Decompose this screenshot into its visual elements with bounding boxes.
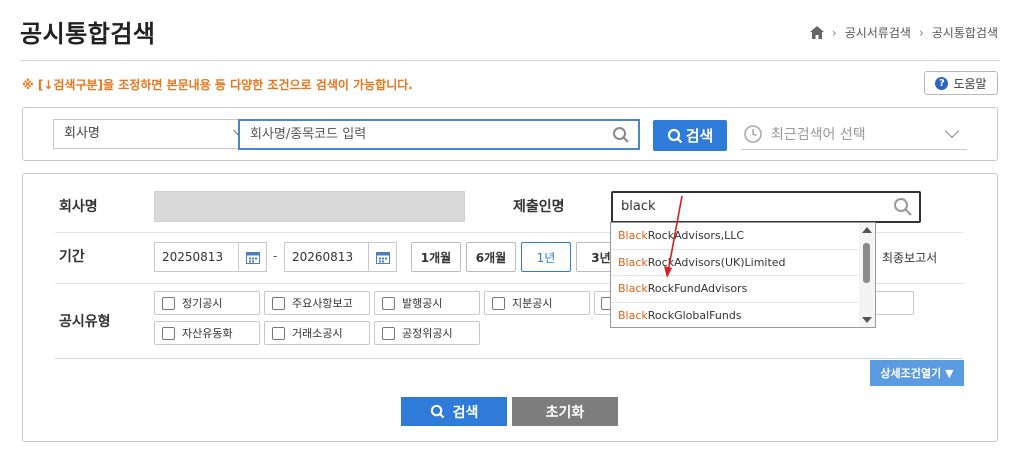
scroll-thumb[interactable] [863, 243, 870, 283]
search-type-select[interactable]: 회사명 [53, 119, 255, 149]
search-icon [430, 404, 444, 419]
help-label: 도움말 [953, 76, 987, 91]
date-to-value: 20260813 [292, 250, 354, 264]
top-search-button[interactable]: 검색 [653, 120, 727, 151]
period-label: 기간 [59, 249, 85, 265]
calendar-icon[interactable] [238, 243, 266, 271]
autocomplete-match: Black [618, 308, 648, 322]
autocomplete-match: Black [618, 255, 648, 269]
autocomplete-item[interactable]: BlackRockAdvisors,LLC [611, 223, 875, 250]
reset-button[interactable]: 초기화 [512, 397, 618, 426]
autocomplete-item[interactable]: BlackRockGlobalFunds [611, 303, 875, 330]
checkbox-box[interactable] [382, 296, 395, 310]
search-icon [667, 128, 682, 143]
help-button[interactable]: ? 도움말 [924, 71, 998, 95]
calendar-icon[interactable] [368, 243, 396, 271]
checkbox-label: 지분공시 [512, 297, 553, 310]
checkbox-regular-disclosure[interactable]: 정기공시 [154, 291, 260, 315]
company-label: 회사명 [59, 199, 98, 215]
company-search-placeholder: 회사명/종목코드 입력 [250, 127, 367, 142]
breadcrumb-item-current[interactable]: 공시통합검색 [932, 24, 998, 41]
breadcrumb: › 공시서류검색 › 공시통합검색 [809, 24, 998, 41]
search-button-label: 검색 [452, 404, 479, 421]
title-divider [20, 60, 1000, 61]
search-icon [894, 198, 912, 216]
triangle-down-icon: ▼ [945, 366, 954, 380]
final-report-label[interactable]: 최종보고서 [882, 249, 937, 266]
page-title: 공시통합검색 [20, 20, 156, 48]
recent-search-select[interactable]: 최근검색어 선택 [741, 119, 967, 150]
detail-toggle-label: 상세조건열기 [880, 367, 942, 380]
breadcrumb-separator: › [831, 25, 837, 40]
home-icon[interactable] [809, 26, 824, 39]
autocomplete-match: Black [618, 229, 648, 242]
submitter-input[interactable]: black [611, 191, 921, 223]
chevron-down-icon [944, 123, 960, 139]
checkbox-label: 주요사항보고 [292, 297, 353, 310]
checkbox-box[interactable] [162, 326, 175, 340]
checkbox-box[interactable] [382, 326, 395, 340]
submitter-autocomplete: BlackRockAdvisors,LLC BlackRockAdvisors(… [610, 222, 876, 328]
checkbox-box[interactable] [272, 326, 285, 340]
submitter-label: 제출인명 [513, 199, 565, 215]
checkbox-ftc-disclosure[interactable]: 공정위공시 [374, 321, 480, 345]
autocomplete-rest: RockGlobalFunds [647, 308, 742, 322]
autocomplete-rest: RockFundAdvisors [647, 282, 748, 295]
autocomplete-match: Black [618, 282, 648, 295]
breadcrumb-separator: › [918, 25, 924, 40]
autocomplete-item[interactable]: BlackRockAdvisors(UK)Limited [611, 250, 875, 276]
checkbox-asset-securitization[interactable]: 자산유동화 [154, 321, 260, 345]
search-type-value: 회사명 [64, 126, 100, 141]
breadcrumb-item[interactable]: 공시서류검색 [845, 24, 911, 41]
autocomplete-item[interactable]: BlackRockFundAdvisors [611, 276, 875, 303]
scroll-down-icon[interactable] [862, 317, 872, 323]
checkbox-label: 자산유동화 [182, 327, 233, 340]
disclosure-type-label: 공시유형 [59, 314, 111, 330]
checkbox-exchange-disclosure[interactable]: 거래소공시 [264, 321, 370, 345]
checkbox-box[interactable] [272, 296, 285, 310]
checkbox-label: 정기공시 [182, 297, 223, 310]
checkbox-issuance-disclosure[interactable]: 발행공시 [374, 291, 480, 315]
search-icon [613, 127, 629, 143]
date-from-input[interactable]: 20250813 [154, 242, 267, 272]
checkbox-box[interactable] [162, 296, 175, 310]
annotation-arrow-icon [664, 195, 683, 278]
notice-text: ※ [↓검색구분]을 조정하면 본문내용 등 다양한 조건으로 검색이 가능합니… [22, 78, 413, 92]
period-1year-button[interactable]: 1년 [521, 242, 571, 272]
checkbox-major-report[interactable]: 주요사항보고 [264, 291, 370, 315]
autocomplete-scrollbar[interactable] [859, 223, 875, 327]
checkbox-label: 발행공시 [402, 297, 443, 310]
submitter-value: black [621, 199, 656, 214]
clock-icon [744, 125, 762, 143]
date-from-value: 20250813 [162, 250, 224, 264]
checkbox-hidden-right[interactable] [874, 291, 914, 315]
recent-search-placeholder: 최근검색어 선택 [771, 127, 866, 143]
period-6month-button[interactable]: 6개월 [466, 242, 516, 272]
date-to-input[interactable]: 20260813 [284, 242, 397, 272]
search-bar: 회사명 회사명/종목코드 입력 검색 최근검색어 선택 [22, 107, 998, 161]
checkbox-box[interactable] [492, 296, 505, 310]
detail-toggle-button[interactable]: 상세조건열기 ▼ [870, 360, 964, 386]
date-range-dash: - [273, 249, 278, 263]
checkbox-equity-disclosure[interactable]: 지분공시 [484, 291, 590, 315]
period-1month-button[interactable]: 1개월 [411, 242, 461, 272]
help-icon: ? [935, 76, 949, 90]
checkbox-label: 공정위공시 [402, 327, 453, 340]
company-search-input[interactable]: 회사명/종목코드 입력 [238, 119, 640, 150]
row-divider [55, 358, 963, 359]
top-search-label: 검색 [685, 127, 714, 145]
scroll-up-icon[interactable] [862, 227, 872, 233]
checkbox-label: 거래소공시 [292, 327, 343, 340]
search-button[interactable]: 검색 [401, 397, 507, 426]
company-field[interactable] [154, 191, 465, 222]
